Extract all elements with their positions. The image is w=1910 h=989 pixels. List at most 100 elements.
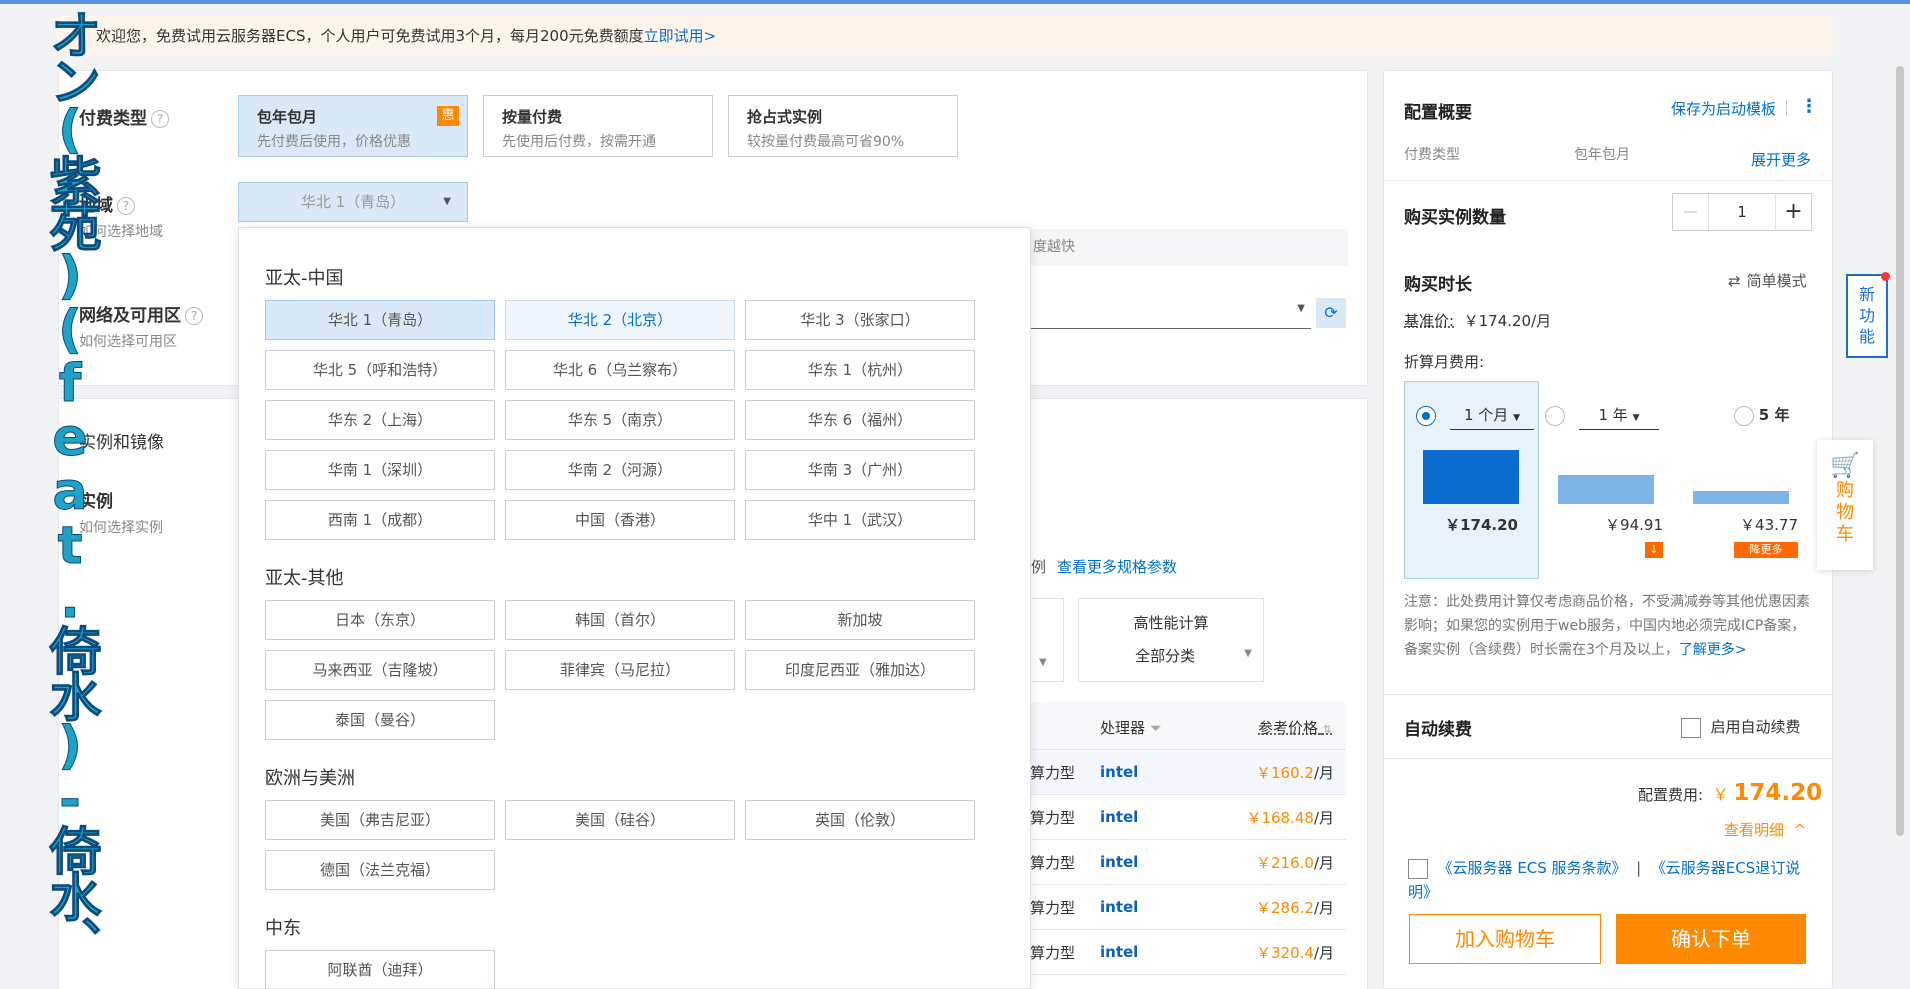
region-option[interactable]: 华南 3（广州） <box>745 450 975 490</box>
region-option[interactable]: 华东 5（南京） <box>505 400 735 440</box>
scrollbar[interactable] <box>1893 58 1908 848</box>
refresh-icon: ⟳ <box>1324 303 1338 322</box>
cart-float-button[interactable]: 🛒 购物车 <box>1817 440 1873 570</box>
pay-card-spot[interactable]: 抢占式实例 较按量付费最高可省90% <box>728 95 958 157</box>
region-option[interactable]: 华北 2（北京） <box>505 300 735 340</box>
region-option[interactable]: 阿联酋（迪拜） <box>265 950 495 988</box>
group-title: 中东 <box>265 918 301 939</box>
region-select[interactable]: 华北 1（青岛） ▼ <box>238 182 468 222</box>
swap-icon: ⇄ <box>1728 272 1741 290</box>
minus-button[interactable]: — <box>1673 194 1709 230</box>
region-option[interactable]: 西南 1（成都） <box>265 500 495 540</box>
help-icon[interactable]: ? <box>185 307 203 325</box>
table-row[interactable]: 算力型 intel ￥320.4/月 <box>1030 930 1346 975</box>
region-option[interactable]: 英国（伦敦） <box>745 800 975 840</box>
pay-card-subscription[interactable]: 包年包月 先付费后使用，价格优惠 惠 <box>238 95 468 157</box>
radio-icon[interactable] <box>1734 405 1754 426</box>
region-option[interactable]: 华东 1（杭州） <box>745 350 975 390</box>
more-options-icon[interactable]: ⋮ <box>1800 96 1818 117</box>
notification-dot <box>1881 272 1890 281</box>
region-option[interactable]: 美国（弗吉尼亚） <box>265 800 495 840</box>
base-price: 基准价: ￥174.20/月 <box>1404 312 1552 330</box>
caret-down-icon: ▼ <box>1244 648 1252 659</box>
duration-option-header[interactable]: 5 年 <box>1734 404 1789 426</box>
table-row[interactable]: 算力型 intel ￥168.48/月 <box>1030 795 1346 840</box>
type-cell: 算力型 <box>1030 764 1076 782</box>
add-to-cart-button[interactable]: 加入购物车 <box>1409 914 1601 964</box>
cpu-cell: intel <box>1100 763 1139 781</box>
duration-option-header[interactable]: 1 年 ▼ <box>1545 404 1659 430</box>
scrollbar-thumb[interactable] <box>1896 66 1904 836</box>
quantity-stepper[interactable]: — 1 + <box>1672 193 1812 231</box>
new-feature-button[interactable]: 新功能 <box>1846 272 1890 358</box>
region-option[interactable]: 菲律宾（马尼拉） <box>505 650 735 690</box>
auto-renew-checkbox[interactable]: 启用自动续费 <box>1681 716 1801 738</box>
region-option[interactable]: 韩国（首尔） <box>505 600 735 640</box>
simple-mode-toggle[interactable]: ⇄ 简单模式 <box>1728 270 1807 291</box>
auto-renew-label: 自动续费 <box>1404 720 1472 740</box>
region-option[interactable]: 中国（香港） <box>505 500 735 540</box>
save-template-link[interactable]: 保存为启动模板 <box>1671 98 1776 119</box>
expand-more-link[interactable]: 展开更多 <box>1751 149 1811 170</box>
quantity-input[interactable]: 1 <box>1709 194 1775 230</box>
chevron-up-icon: ^ <box>1793 821 1807 839</box>
caret-down-icon: ▼ <box>443 196 451 207</box>
group-title: 亚太-其他 <box>265 568 344 589</box>
discount-badge: 惠 <box>437 106 459 126</box>
region-option[interactable]: 美国（硅谷） <box>505 800 735 840</box>
region-option[interactable]: 德国（法兰克福） <box>265 850 495 890</box>
plus-button[interactable]: + <box>1775 194 1811 230</box>
confirm-order-button[interactable]: 确认下单 <box>1616 914 1806 964</box>
help-icon[interactable]: ? <box>151 110 169 128</box>
pay-card-payg[interactable]: 按量付费 先使用后付费，按需开通 <box>483 95 713 157</box>
region-option[interactable]: 华中 1（武汉） <box>745 500 975 540</box>
hpc-category-card[interactable]: 高性能计算 全部分类 ▼ <box>1078 598 1264 682</box>
type-cell: 算力型 <box>1030 944 1076 962</box>
refresh-button[interactable]: ⟳ <box>1316 298 1346 328</box>
region-option[interactable]: 华东 2（上海） <box>265 400 495 440</box>
more-specs-link[interactable]: 查看更多规格参数 <box>1057 556 1177 577</box>
region-option[interactable]: 华南 1（深圳） <box>265 450 495 490</box>
banner-try-link[interactable]: 立即试用> <box>644 27 717 45</box>
region-option[interactable]: 华东 6（福州） <box>745 400 975 440</box>
filter-icon[interactable]: ⏷ <box>1150 719 1162 737</box>
region-option[interactable]: 华南 2（河源） <box>505 450 735 490</box>
price-header[interactable]: 参考价格 ⇅ <box>1258 717 1332 738</box>
duration-option-header[interactable]: 1 个月 ▼ <box>1416 404 1534 430</box>
duration-option-1y[interactable]: 1 年 ▼ ￥94.91 ↓ <box>1539 382 1673 578</box>
region-option[interactable]: 华北 6（乌兰察布） <box>505 350 735 390</box>
duration-option-1m[interactable]: 1 个月 ▼ ￥174.20 <box>1404 382 1538 578</box>
discount-badge: 降更多 <box>1734 542 1798 558</box>
type-cell: 算力型 <box>1030 899 1076 917</box>
radio-icon[interactable] <box>1416 405 1436 426</box>
zone-select[interactable]: ▼ <box>1031 295 1311 329</box>
radio-icon[interactable] <box>1545 405 1565 426</box>
price-cell: ￥286.2/月 <box>1255 899 1334 917</box>
price-note: 注意：此处费用计算仅考虑商品价格，不受满减券等其他优惠因素影响；如果您的实例用于… <box>1404 594 1810 658</box>
region-option[interactable]: 华北 5（呼和浩特） <box>265 350 495 390</box>
table-row[interactable]: 算力型 intel ￥160.2/月 <box>1030 750 1346 795</box>
view-details-link[interactable]: 查看明细 ^ <box>1724 819 1806 840</box>
region-option[interactable]: 马来西亚（吉隆坡） <box>265 650 495 690</box>
hpc-category-select[interactable]: 全部分类 ▼ <box>1086 645 1256 666</box>
region-option[interactable]: 泰国（曼谷） <box>265 700 495 740</box>
region-option[interactable]: 印度尼西亚（雅加达） <box>745 650 975 690</box>
checkbox-icon[interactable] <box>1408 858 1428 879</box>
quantity-label: 购买实例数量 <box>1404 208 1506 228</box>
top-accent-bar <box>0 0 1910 4</box>
learn-more-link[interactable]: 了解更多> <box>1679 642 1747 658</box>
region-option[interactable]: 日本（东京） <box>265 600 495 640</box>
price-cell: ￥320.4/月 <box>1255 944 1334 962</box>
table-row[interactable]: 算力型 intel ￥286.2/月 <box>1030 885 1346 930</box>
duration-option-5y[interactable]: 5 年 ￥43.77 降更多 <box>1674 382 1808 578</box>
category-card-partial[interactable]: ▼ <box>1031 598 1064 682</box>
checkbox-icon[interactable] <box>1681 717 1701 738</box>
region-option[interactable]: 华北 1（青岛） <box>265 300 495 340</box>
region-option[interactable]: 华北 3（张家口） <box>745 300 975 340</box>
help-icon[interactable]: ? <box>117 197 135 215</box>
processor-header: 处理器 ⏷ <box>1100 719 1162 737</box>
region-hint-bar: 度越快 <box>1031 229 1348 266</box>
table-row[interactable]: 算力型 intel ￥216.0/月 <box>1030 840 1346 885</box>
region-option[interactable]: 新加坡 <box>745 600 975 640</box>
terms-link[interactable]: 《云服务器 ECS 服务条款》 <box>1438 859 1627 877</box>
